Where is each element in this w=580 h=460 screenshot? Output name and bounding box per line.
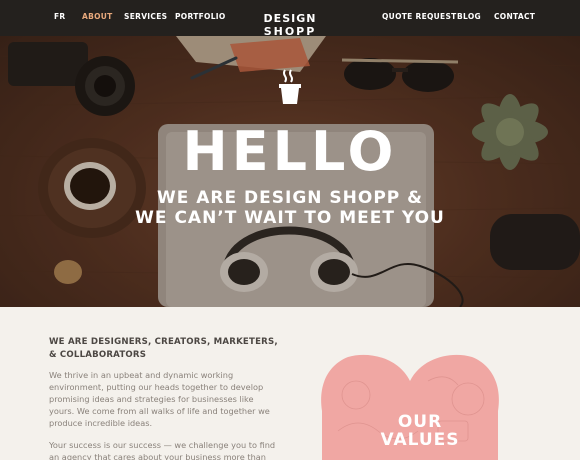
nav-item-services[interactable]: SERVICES (124, 12, 167, 21)
nav-item-blog[interactable]: BLOG (457, 12, 481, 21)
nav-item-about[interactable]: ABOUT (82, 12, 113, 21)
about-section: WE ARE DESIGNERS, CREATORS, MARKETERS, &… (0, 307, 580, 460)
about-paragraph-1: We thrive in an upbeat and dynamic worki… (49, 370, 270, 428)
about-heading: WE ARE DESIGNERS, CREATORS, MARKETERS, &… (49, 337, 278, 360)
hero-subtitle-line-2: WE CAN’T WAIT TO MEET YOU (135, 208, 445, 228)
top-navigation: FR ABOUT SERVICES PORTFOLIO DESIGN SHOPP… (0, 0, 580, 38)
coffee-cup-icon (279, 69, 301, 104)
about-paragraph-2: Your success is our success — we challen… (49, 440, 276, 460)
nav-item-portfolio[interactable]: PORTFOLIO (175, 12, 226, 21)
logo-line-2: SHOPP (263, 25, 317, 38)
site-logo[interactable]: DESIGN SHOPP (262, 12, 318, 38)
values-title-line-2: VALUES (380, 430, 460, 450)
nav-item-fr[interactable]: FR (54, 12, 66, 21)
hero-title: HELLO (182, 120, 398, 183)
hero-subtitle-line-1: WE ARE DESIGN SHOPP & (156, 188, 424, 208)
nav-item-contact[interactable]: CONTACT (494, 12, 535, 21)
hero-banner: HELLO WE ARE DESIGN SHOPP & WE CAN’T WAI… (0, 36, 580, 307)
nav-item-quote-request[interactable]: QUOTE REQUEST (382, 12, 457, 21)
logo-line-1: DESIGN (263, 12, 317, 25)
